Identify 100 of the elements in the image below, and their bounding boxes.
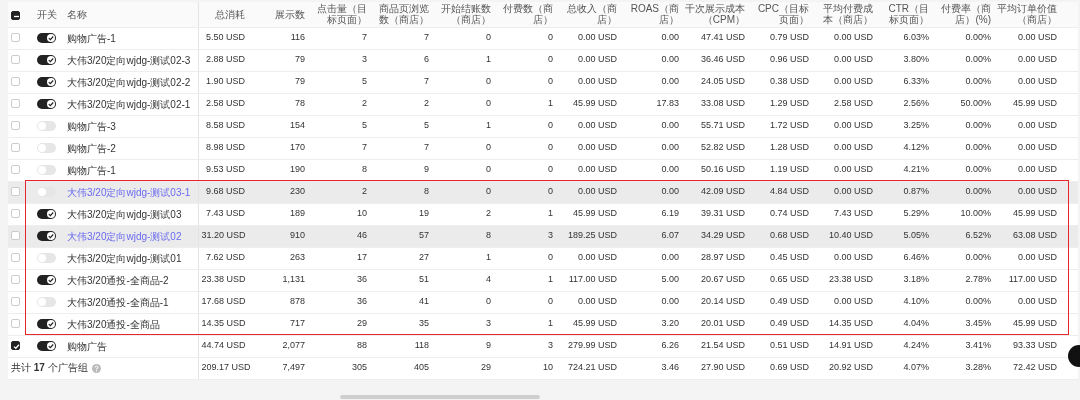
table-cell: 0.00 USD bbox=[577, 142, 617, 153]
table-cell: 3 bbox=[362, 54, 367, 65]
table-cell: 0.00 USD bbox=[1017, 164, 1057, 175]
table-cell: 0.00 USD bbox=[577, 186, 617, 197]
table-cell: 1.72 USD bbox=[769, 120, 809, 131]
table-cell: 0 bbox=[548, 120, 553, 131]
table-cell: 2 bbox=[486, 208, 491, 219]
table-cell: 0.79 USD bbox=[769, 32, 809, 43]
column-header: 平均订单价值（商店） bbox=[997, 3, 1057, 26]
table-cell: 0.00% bbox=[965, 32, 991, 43]
table-cell: 0.00 USD bbox=[833, 120, 873, 131]
table-cell: 8 bbox=[424, 186, 429, 197]
table-cell: 31.20 USD bbox=[201, 230, 246, 241]
column-header: CTR（目标页面） bbox=[888, 3, 929, 26]
checkbox[interactable] bbox=[11, 341, 20, 351]
table-cell: 0.00 USD bbox=[577, 54, 617, 65]
column-header: 付费数（商店） bbox=[503, 3, 553, 26]
table-cell: 7.62 USD bbox=[205, 252, 245, 263]
column-header: 开关 bbox=[37, 8, 57, 20]
check-icon bbox=[47, 341, 55, 350]
toggle-switch[interactable] bbox=[37, 230, 56, 241]
toggle-switch[interactable] bbox=[37, 32, 56, 43]
table-cell: 0 bbox=[486, 186, 491, 197]
total-cell: 20.92 USD bbox=[828, 362, 873, 373]
column-header: 千次展示成本（CPM） bbox=[685, 3, 745, 26]
table-cell: 0.49 USD bbox=[769, 318, 809, 329]
table-cell: 45.99 USD bbox=[1012, 98, 1057, 109]
table-cell: 19 bbox=[419, 208, 429, 219]
campaign-name: 购物广告-3 bbox=[67, 120, 116, 132]
table-cell: 2.88 USD bbox=[205, 54, 245, 65]
toggle-switch[interactable] bbox=[37, 318, 56, 329]
total-cell: 72.42 USD bbox=[1012, 362, 1057, 373]
toggle-switch[interactable] bbox=[37, 252, 56, 263]
checkbox[interactable] bbox=[11, 10, 20, 20]
table-cell: 0.00 USD bbox=[577, 252, 617, 263]
toggle-switch[interactable] bbox=[37, 208, 56, 219]
toggle-switch[interactable] bbox=[37, 120, 56, 131]
table-cell: 9.68 USD bbox=[205, 186, 245, 197]
table-cell: 29 bbox=[357, 318, 367, 329]
column-header: CPC（目标页面） bbox=[757, 3, 809, 26]
table-cell: 0.00 USD bbox=[577, 32, 617, 43]
check-icon bbox=[47, 55, 55, 64]
table-cell: 0.49 USD bbox=[769, 296, 809, 307]
table-cell: 0.51 USD bbox=[769, 340, 809, 351]
table-cell: 0.00 USD bbox=[1017, 76, 1057, 87]
column-header: 平均付费成本（商店） bbox=[823, 3, 873, 26]
table-cell: 2.58 USD bbox=[205, 98, 245, 109]
table-cell: 0 bbox=[486, 296, 491, 307]
table-cell: 0.00% bbox=[965, 252, 991, 263]
table-cell: 0 bbox=[548, 252, 553, 263]
table-cell: 1 bbox=[548, 208, 553, 219]
toggle-switch[interactable] bbox=[37, 54, 56, 65]
table-cell: 45.99 USD bbox=[1012, 208, 1057, 219]
toggle-switch[interactable] bbox=[37, 274, 56, 285]
table-cell: 2 bbox=[362, 186, 367, 197]
toggle-switch[interactable] bbox=[37, 340, 56, 351]
table-cell: 0.00 bbox=[661, 120, 679, 131]
column-header: 付费率（商店）(%) bbox=[941, 3, 991, 26]
table-cell: 20.01 USD bbox=[700, 318, 745, 329]
table-cell: 116 bbox=[290, 32, 305, 43]
check-icon bbox=[47, 33, 55, 42]
table-cell: 3.20 bbox=[661, 318, 679, 329]
toggle-switch[interactable] bbox=[37, 186, 56, 197]
toggle-switch[interactable] bbox=[37, 164, 56, 175]
table-cell: 4.12% bbox=[903, 142, 929, 153]
table-cell: 4.10% bbox=[903, 296, 929, 307]
toggle-switch[interactable] bbox=[37, 98, 56, 109]
table-cell: 3 bbox=[486, 318, 491, 329]
total-cell: 305 bbox=[351, 362, 367, 373]
table-cell: 0.65 USD bbox=[769, 274, 809, 285]
help-icon[interactable] bbox=[91, 364, 101, 374]
table-cell: 0.00 USD bbox=[577, 164, 617, 175]
table-cell: 7 bbox=[424, 76, 429, 87]
table-cell: 189.25 USD bbox=[567, 230, 617, 241]
table-cell: 42.09 USD bbox=[700, 186, 745, 197]
table-cell: 24.05 USD bbox=[700, 76, 745, 87]
table-cell: 0 bbox=[486, 76, 491, 87]
table-cell: 28.97 USD bbox=[700, 252, 745, 263]
table-cell: 0.00 bbox=[661, 54, 679, 65]
campaign-name: 大伟3/20定向wjdg-测试01 bbox=[67, 252, 182, 264]
table-cell: 0 bbox=[548, 164, 553, 175]
column-header: 展示数 bbox=[275, 8, 305, 20]
toggle-switch[interactable] bbox=[37, 76, 56, 87]
table-cell: 0.00 USD bbox=[833, 296, 873, 307]
table-cell: 0.00 USD bbox=[833, 54, 873, 65]
table-cell: 717 bbox=[289, 318, 305, 329]
table-cell: 0 bbox=[548, 296, 553, 307]
table-cell: 0.68 USD bbox=[769, 230, 809, 241]
table-cell: 6.07 bbox=[661, 230, 679, 241]
table-cell: 1,131 bbox=[282, 274, 305, 285]
toggle-switch[interactable] bbox=[37, 142, 56, 153]
table-cell: 5 bbox=[424, 120, 429, 131]
scrollbar-thumb[interactable] bbox=[340, 395, 540, 399]
table-cell: 0.00 USD bbox=[1017, 296, 1057, 307]
toggle-switch[interactable] bbox=[37, 296, 56, 307]
table-cell: 5.05% bbox=[903, 230, 929, 241]
table-cell: 0 bbox=[548, 54, 553, 65]
table-cell: 118 bbox=[414, 340, 429, 351]
table-cell: 27 bbox=[419, 252, 429, 263]
table-cell: 0.00 USD bbox=[577, 296, 617, 307]
